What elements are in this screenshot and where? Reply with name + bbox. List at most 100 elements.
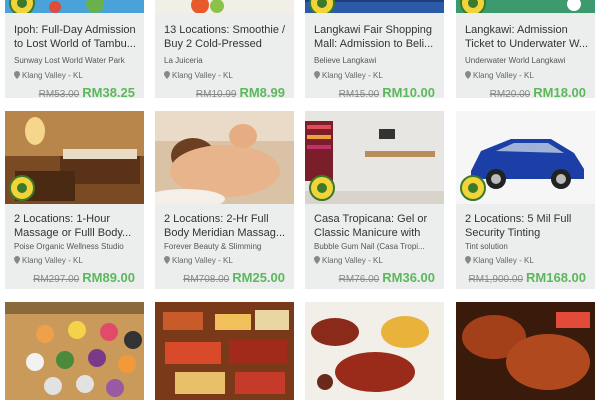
deal-card[interactable]: Langkawi Fair Shopping Mall: Admission t… (305, 0, 444, 98)
deal-location: Klang Valley - KL (164, 256, 233, 266)
deal-image[interactable] (155, 302, 294, 400)
deal-title[interactable]: 2 Locations: 5 Mil Full Security Tinting… (465, 212, 589, 240)
deal-price: RM20.00 RM18.00 (490, 84, 586, 98)
deal-card[interactable]: 2 Locations: 1-Hour Massage or Fulll Bod… (5, 111, 144, 289)
map-pin-icon (465, 256, 471, 264)
deal-image[interactable] (456, 111, 595, 204)
deal-location: Klang Valley - KL (314, 256, 383, 266)
deal-location: Klang Valley - KL (164, 71, 233, 81)
deal-title[interactable]: 2 Locations: 1-Hour Massage or Fulll Bod… (14, 212, 138, 240)
deal-merchant: Forever Beauty & Slimming (164, 242, 262, 251)
deal-price: RM53.00 RM38.25 (39, 84, 135, 98)
deal-merchant: Bubble Gum Nail (Casa Tropi... (314, 242, 425, 251)
old-price: RM297.00 (33, 274, 80, 285)
deal-image[interactable] (305, 111, 444, 204)
deal-location: Klang Valley - KL (465, 71, 534, 81)
deal-location: Klang Valley - KL (314, 71, 383, 81)
deal-location-text: Klang Valley - KL (172, 71, 233, 80)
deal-card[interactable] (305, 302, 444, 400)
old-price: RM76.00 (338, 274, 380, 285)
deal-merchant: Tint solution (465, 242, 508, 251)
old-price: RM15.00 (338, 89, 380, 98)
steak-image (456, 302, 595, 400)
deal-title[interactable]: Ipoh: Full-Day Admission to Lost World o… (14, 23, 138, 51)
deal-title[interactable]: Casa Tropicana: Gel or Classic Manicure … (314, 212, 438, 240)
old-price: RM20.00 (489, 89, 531, 98)
new-price: RM18.00 (533, 85, 586, 98)
deal-image[interactable] (456, 302, 595, 400)
deal-card[interactable]: Casa Tropicana: Gel or Classic Manicure … (305, 111, 444, 289)
deal-title[interactable]: 13 Locations: Smoothie / Buy 2 Cold-Pres… (164, 23, 288, 51)
new-price: RM36.00 (382, 270, 435, 285)
deal-title[interactable]: Langkawi: Admission Ticket to Underwater… (465, 23, 589, 51)
old-price: RM10.99 (195, 89, 237, 98)
new-price: RM168.00 (526, 270, 586, 285)
roast-duck-image (305, 302, 444, 400)
deal-location-text: Klang Valley - KL (22, 71, 83, 80)
deal-merchant: Sunway Lost World Water Park (14, 56, 125, 65)
deal-location-text: Klang Valley - KL (172, 256, 233, 265)
deal-price: RM76.00 RM36.00 (339, 269, 435, 287)
deal-title[interactable]: Langkawi Fair Shopping Mall: Admission t… (314, 23, 438, 51)
japanese-buffet-image (155, 302, 294, 400)
deal-image[interactable] (456, 0, 595, 13)
old-price: RM708.00 (183, 274, 230, 285)
deal-image[interactable] (5, 302, 144, 400)
new-price: RM38.25 (82, 85, 135, 98)
deal-location-text: Klang Valley - KL (473, 256, 534, 265)
map-pin-icon (164, 256, 170, 264)
deal-card[interactable]: Ipoh: Full-Day Admission to Lost World o… (5, 0, 144, 98)
deal-card[interactable]: Langkawi: Admission Ticket to Underwater… (456, 0, 595, 98)
deal-image[interactable] (155, 0, 294, 13)
smoothie-image (155, 0, 294, 13)
map-pin-icon (314, 71, 320, 79)
deal-price: RM1,900.00 RM168.00 (469, 269, 586, 287)
deal-price: RM708.00 RM25.00 (183, 269, 285, 287)
deal-badge-icon (460, 175, 486, 201)
deal-image[interactable] (155, 111, 294, 204)
deal-location-text: Klang Valley - KL (322, 256, 383, 265)
deal-card[interactable]: 2 Locations: 2-Hr Full Body Meridian Mas… (155, 111, 294, 289)
deal-price: RM297.00 RM89.00 (33, 269, 135, 287)
deal-badge-icon (9, 175, 35, 201)
deal-location: Klang Valley - KL (14, 256, 83, 266)
new-price: RM10.00 (382, 85, 435, 98)
deal-location-text: Klang Valley - KL (22, 256, 83, 265)
map-pin-icon (314, 256, 320, 264)
new-price: RM89.00 (82, 270, 135, 285)
deal-badge-icon (309, 175, 335, 201)
new-price: RM8.99 (239, 85, 285, 98)
deal-image[interactable] (5, 111, 144, 204)
deal-merchant: La Juiceria (164, 56, 203, 65)
new-price: RM25.00 (232, 270, 285, 285)
deal-price: RM15.00 RM10.00 (339, 84, 435, 98)
deal-card[interactable] (155, 302, 294, 400)
deal-title[interactable]: 2 Locations: 2-Hr Full Body Meridian Mas… (164, 212, 288, 240)
deal-price: RM10.99 RM8.99 (196, 84, 285, 98)
deal-badge-icon (309, 0, 335, 13)
deal-card[interactable]: 2 Locations: 5 Mil Full Security Tinting… (456, 111, 595, 289)
deal-image[interactable] (5, 0, 144, 13)
deal-merchant: Underwater World Langkawi (465, 56, 566, 65)
deal-location: Klang Valley - KL (14, 71, 83, 81)
deal-image[interactable] (305, 302, 444, 400)
deal-image[interactable] (305, 0, 444, 13)
deal-card[interactable] (456, 302, 595, 400)
deal-location-text: Klang Valley - KL (322, 71, 383, 80)
map-pin-icon (164, 71, 170, 79)
spa-image (155, 111, 294, 204)
deal-card[interactable] (5, 302, 144, 400)
deal-merchant: Believe Langkawi (314, 56, 377, 65)
map-pin-icon (465, 71, 471, 79)
deal-card[interactable]: 13 Locations: Smoothie / Buy 2 Cold-Pres… (155, 0, 294, 98)
deal-location-text: Klang Valley - KL (473, 71, 534, 80)
map-pin-icon (14, 71, 20, 79)
deal-badge-icon (9, 0, 35, 13)
deal-badge-icon (460, 0, 486, 13)
deal-grid: Ipoh: Full-Day Admission to Lost World o… (0, 0, 600, 400)
old-price: RM53.00 (38, 89, 80, 98)
deal-merchant: Poise Organic Wellness Studio (14, 242, 124, 251)
old-price: RM1,900.00 (468, 274, 524, 285)
map-pin-icon (14, 256, 20, 264)
deal-location: Klang Valley - KL (465, 256, 534, 266)
